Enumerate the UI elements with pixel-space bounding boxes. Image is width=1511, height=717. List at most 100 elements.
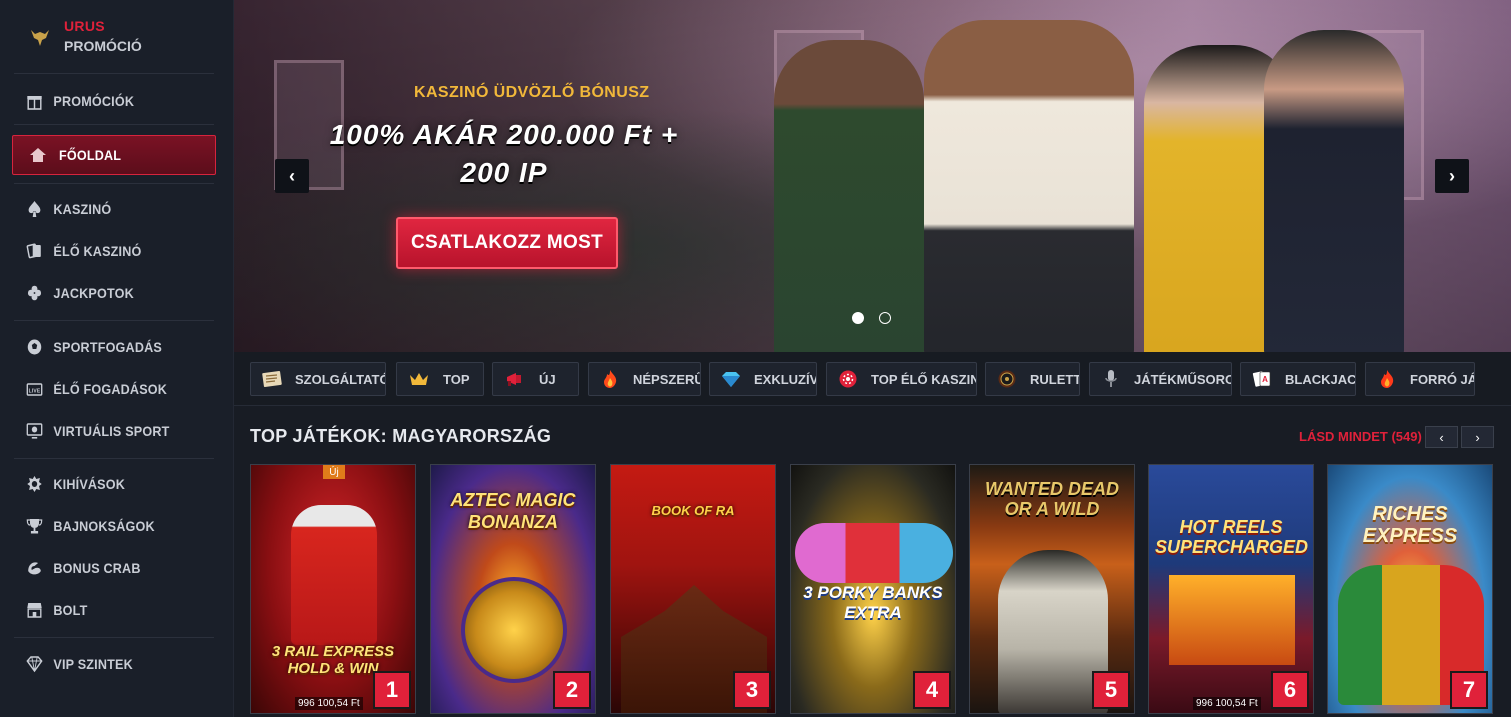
sidebar-item-live-casino[interactable]: ÉLŐ KASZINÓ bbox=[12, 231, 196, 271]
sidebar-item-live-betting[interactable]: LIVE ÉLŐ FOGADÁSOK bbox=[12, 369, 196, 409]
monitor-ball-icon bbox=[26, 421, 44, 441]
games-prev-button[interactable]: ‹ bbox=[1425, 426, 1458, 448]
promo-subtitle: PROMÓCIÓ bbox=[64, 38, 142, 54]
rank-badge: 2 bbox=[553, 671, 591, 709]
sidebar-item-tournaments[interactable]: BAJNOKSÁGOK bbox=[12, 506, 196, 546]
crown-icon bbox=[407, 369, 431, 389]
sidebar-item-label: KASZINÓ bbox=[53, 201, 112, 217]
live-cards-icon bbox=[26, 241, 44, 261]
category-label: SZOLGÁLTATÓK bbox=[295, 371, 385, 387]
banner-character bbox=[774, 40, 924, 352]
banner-headline-line: 200 IP bbox=[460, 157, 548, 188]
category-label: FORRÓ JÁTÉKOK bbox=[1410, 371, 1474, 387]
gift-icon bbox=[26, 91, 44, 111]
game-card-4[interactable]: 3 PORKY BANKS EXTRA 4 bbox=[790, 464, 956, 714]
banner-pagination bbox=[852, 312, 891, 324]
diamond-icon bbox=[26, 654, 44, 674]
category-roulette[interactable]: RULETT bbox=[985, 362, 1080, 396]
live-tv-icon: LIVE bbox=[26, 379, 44, 399]
megaphone-icon bbox=[503, 369, 527, 389]
provider-icon bbox=[261, 369, 283, 389]
sidebar-item-bonus-crab[interactable]: BONUS CRAB bbox=[12, 548, 196, 588]
game-title: WANTED DEAD OR A WILD bbox=[985, 479, 1119, 519]
category-label: EXKLUZÍV bbox=[754, 371, 817, 387]
divider bbox=[14, 124, 214, 125]
join-now-button[interactable]: CSATLAKOZZ MOST bbox=[396, 217, 618, 269]
divider bbox=[14, 637, 214, 638]
sidebar-item-promotions[interactable]: PROMÓCIÓK bbox=[12, 81, 196, 121]
category-exclusive[interactable]: EXKLUZÍV bbox=[709, 362, 817, 396]
category-game-shows[interactable]: JÁTÉKMŰSOROK bbox=[1089, 362, 1232, 396]
hero-banner[interactable]: KASZINÓ ÜDVÖZLŐ BÓNUSZ 100% AKÁR 200.000… bbox=[234, 0, 1511, 352]
chevron-left-icon: ‹ bbox=[1439, 429, 1444, 445]
game-title: RICHES EXPRESS bbox=[1362, 503, 1458, 547]
promo-title: URUS bbox=[64, 18, 105, 34]
clover-icon bbox=[26, 283, 44, 303]
game-title: HOT REELS SUPERCHARGED bbox=[1155, 517, 1309, 557]
sidebar-item-vip[interactable]: VIP SZINTEK bbox=[12, 644, 196, 684]
category-label: TOP bbox=[443, 371, 470, 387]
hot-fire-icon bbox=[1376, 369, 1398, 389]
sidebar-item-home[interactable]: FŐOLDAL bbox=[12, 135, 216, 175]
banner-next-button[interactable]: › bbox=[1435, 159, 1469, 193]
games-next-button[interactable]: › bbox=[1461, 426, 1494, 448]
pagination-dot-active[interactable] bbox=[852, 312, 864, 324]
svg-text:A: A bbox=[1262, 375, 1268, 384]
sidebar-item-challenges[interactable]: KIHÍVÁSOK bbox=[12, 464, 196, 504]
cards-icon: A bbox=[1251, 369, 1273, 389]
game-art bbox=[291, 505, 377, 645]
home-icon bbox=[28, 145, 48, 165]
game-art bbox=[1169, 575, 1295, 665]
rank-badge: 3 bbox=[733, 671, 771, 709]
see-all-link[interactable]: LÁSD MINDET (549) bbox=[1299, 429, 1422, 444]
game-title: AZTEC MAGIC BONANZA bbox=[450, 490, 576, 532]
category-label: ÚJ bbox=[539, 371, 556, 387]
pagination-dot[interactable] bbox=[879, 312, 891, 324]
game-card-3[interactable]: BOOK OF RA 3 bbox=[610, 464, 776, 714]
sidebar-item-jackpots[interactable]: JACKPOTOK bbox=[12, 273, 196, 313]
game-card-1[interactable]: Új 3 RAIL EXPRESS HOLD & WIN 996 100,54 … bbox=[250, 464, 416, 714]
rank-badge: 1 bbox=[373, 671, 411, 709]
sidebar-item-label: SPORTFOGADÁS bbox=[53, 339, 162, 355]
sidebar-item-casino[interactable]: KASZINÓ bbox=[12, 189, 196, 229]
category-top-live-casino[interactable]: TOP ÉLŐ KASZINÓ bbox=[826, 362, 977, 396]
category-strip: SZOLGÁLTATÓK TOP ÚJ NÉPSZERŰ EXKLUZÍV TO… bbox=[234, 352, 1511, 406]
category-blackjack[interactable]: A BLACKJACK bbox=[1240, 362, 1356, 396]
category-providers[interactable]: SZOLGÁLTATÓK bbox=[250, 362, 386, 396]
sidebar-item-label: BOLT bbox=[53, 602, 88, 618]
sidebar-item-label: BAJNOKSÁGOK bbox=[53, 518, 155, 534]
sidebar-item-label: ÉLŐ KASZINÓ bbox=[53, 243, 142, 259]
banner-subtitle: KASZINÓ ÜDVÖZLŐ BÓNUSZ bbox=[414, 84, 650, 101]
game-art bbox=[461, 577, 567, 683]
chip-icon bbox=[837, 369, 859, 389]
game-card-5[interactable]: WANTED DEAD OR A WILD 5 bbox=[969, 464, 1135, 714]
microphone-icon bbox=[1100, 369, 1122, 389]
shop-icon bbox=[26, 600, 44, 620]
category-new[interactable]: ÚJ bbox=[492, 362, 579, 396]
rank-badge: 5 bbox=[1092, 671, 1130, 709]
category-label: BLACKJACK bbox=[1285, 371, 1356, 387]
category-popular[interactable]: NÉPSZERŰ bbox=[588, 362, 701, 396]
sidebar-item-shop[interactable]: BOLT bbox=[12, 590, 196, 630]
category-top[interactable]: TOP bbox=[396, 362, 484, 396]
game-card-6[interactable]: HOT REELS SUPERCHARGED 996 100,54 Ft 6 bbox=[1148, 464, 1314, 714]
game-title: BOOK OF RA bbox=[651, 503, 735, 518]
category-hot-games[interactable]: FORRÓ JÁTÉKOK bbox=[1365, 362, 1475, 396]
sidebar-item-label: PROMÓCIÓK bbox=[53, 93, 135, 109]
category-label: TOP ÉLŐ KASZINÓ bbox=[871, 371, 976, 387]
rank-badge: 6 bbox=[1271, 671, 1309, 709]
game-card-2[interactable]: AZTEC MAGIC BONANZA 2 bbox=[430, 464, 596, 714]
banner-prev-button[interactable]: ‹ bbox=[275, 159, 309, 193]
banner-headline: 100% AKÁR 200.000 Ft + 200 IP bbox=[324, 116, 684, 192]
category-label: JÁTÉKMŰSOROK bbox=[1134, 371, 1231, 387]
game-card-7[interactable]: RICHES EXPRESS 7 bbox=[1327, 464, 1493, 714]
sidebar-item-virtual-sports[interactable]: VIRTUÁLIS SPORT bbox=[12, 411, 196, 451]
section-title: TOP JÁTÉKOK: MAGYARORSZÁG bbox=[250, 426, 552, 446]
sidebar-item-label: KIHÍVÁSOK bbox=[53, 476, 126, 492]
promo-link[interactable]: URUS PROMÓCIÓ bbox=[0, 0, 233, 72]
soccer-ball-icon bbox=[26, 337, 44, 357]
jackpot-amount: 996 100,54 Ft bbox=[295, 697, 363, 710]
game-title: 3 PORKY BANKS EXTRA bbox=[803, 583, 943, 622]
divider bbox=[14, 458, 214, 459]
sidebar-item-sports[interactable]: SPORTFOGADÁS bbox=[12, 327, 196, 367]
